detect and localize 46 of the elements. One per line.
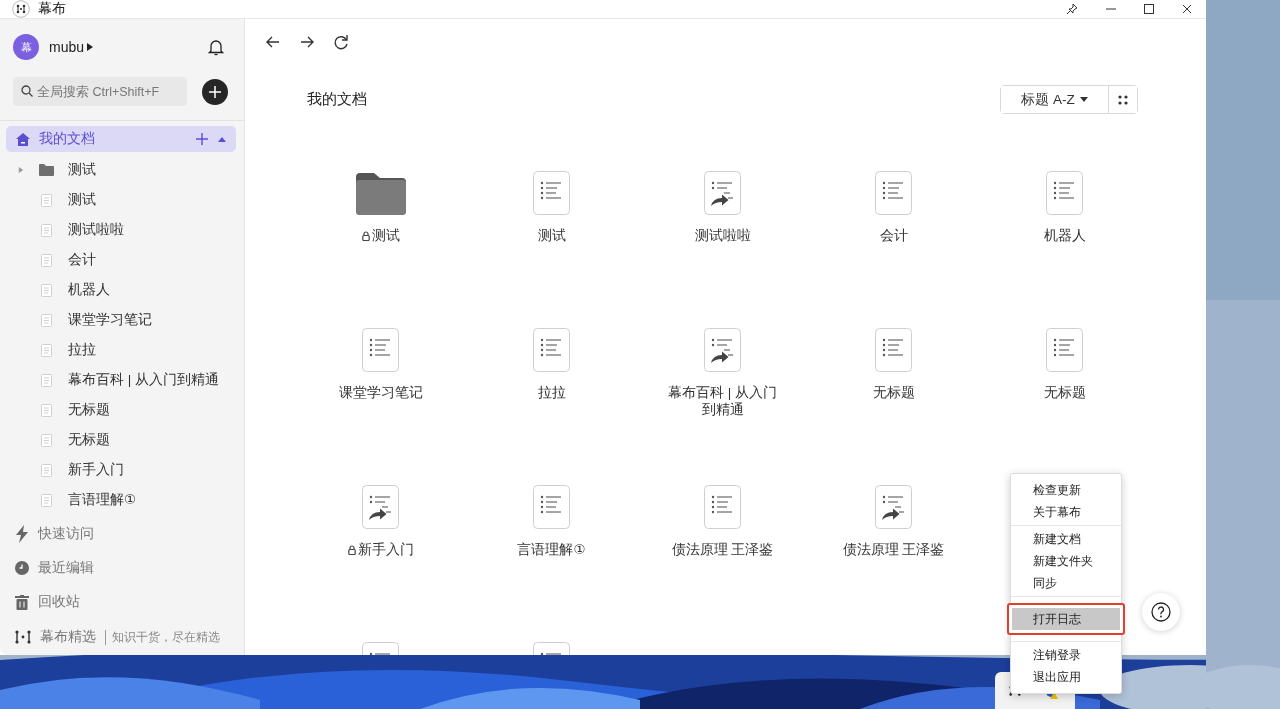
tree-item[interactable]: 无标题 — [0, 425, 244, 456]
avatar[interactable]: 幕 — [13, 34, 39, 61]
document-name[interactable]: 无标题 — [872, 384, 915, 401]
document-name[interactable]: 新手入门 — [347, 541, 414, 558]
menu-item[interactable]: 关于幕布 — [1011, 501, 1121, 523]
menu-item[interactable]: 退出应用 — [1011, 666, 1121, 688]
window-title: 幕布 — [38, 0, 66, 18]
sort-dropdown[interactable]: 标题 A-Z — [1001, 86, 1109, 113]
menu-item[interactable]: 同步 — [1011, 572, 1121, 594]
tree-item[interactable]: 拉拉 — [0, 335, 244, 366]
document-name[interactable]: 测试 — [537, 227, 566, 244]
tree-item[interactable]: 新手入门 — [0, 455, 244, 486]
menu-item[interactable]: 打开日志 — [1007, 603, 1125, 635]
search-field[interactable]: 全局搜索 Ctrl+Shift+F — [13, 77, 187, 107]
tree-item[interactable]: 机器人 — [0, 275, 244, 306]
document-name[interactable]: 机器人 — [1043, 227, 1086, 244]
tree-item[interactable]: 言语理解① — [0, 485, 244, 516]
user-name[interactable]: mubu — [49, 39, 85, 56]
nav-item[interactable]: 快速访问 — [0, 517, 244, 552]
tree-item[interactable]: 测试 — [0, 185, 244, 216]
document-name[interactable]: 无标题 — [1043, 384, 1086, 401]
page-heading: 我的文档 — [307, 90, 367, 109]
tree-item[interactable]: 会计 — [0, 245, 244, 276]
tree-item[interactable]: 幕布百科 | 从入门到精通 — [0, 365, 244, 396]
tree-item[interactable]: 课堂学习笔记 — [0, 305, 244, 336]
menu-item[interactable]: 新建文件夹 — [1011, 550, 1121, 572]
nav-item[interactable]: 最近编辑 — [0, 551, 244, 586]
menu-item[interactable]: 新建文档 — [1011, 528, 1121, 550]
featured-link[interactable]: 幕布精选 — [40, 628, 96, 647]
document-name[interactable]: 测试啦啦 — [694, 227, 751, 244]
nav-item[interactable]: 回收站 — [0, 585, 244, 620]
tree-item[interactable]: 测试啦啦 — [0, 215, 244, 246]
featured-tagline: 知识干货，尽在精选 — [105, 629, 220, 645]
document-name[interactable]: 债法原理 王泽鉴 — [842, 541, 945, 558]
document-name[interactable]: 课堂学习笔记 — [338, 384, 423, 401]
document-name[interactable]: 债法原理 王泽鉴 — [671, 541, 774, 558]
tree-item[interactable]: 无标题 — [0, 395, 244, 426]
document-name[interactable]: 幕布百科 | 从入门到精通 — [666, 384, 779, 418]
menu-item[interactable]: 注销登录 — [1011, 644, 1121, 666]
my-documents-item[interactable]: 我的文档 — [6, 126, 236, 153]
document-name[interactable]: 言语理解① — [517, 541, 586, 558]
folder-name[interactable]: 测试 — [361, 227, 400, 244]
document-name[interactable]: 拉拉 — [537, 384, 566, 401]
tree-item[interactable]: 测试 — [0, 155, 244, 186]
menu-item[interactable]: 检查更新 — [1011, 479, 1121, 501]
document-name[interactable]: 会计 — [879, 227, 908, 244]
